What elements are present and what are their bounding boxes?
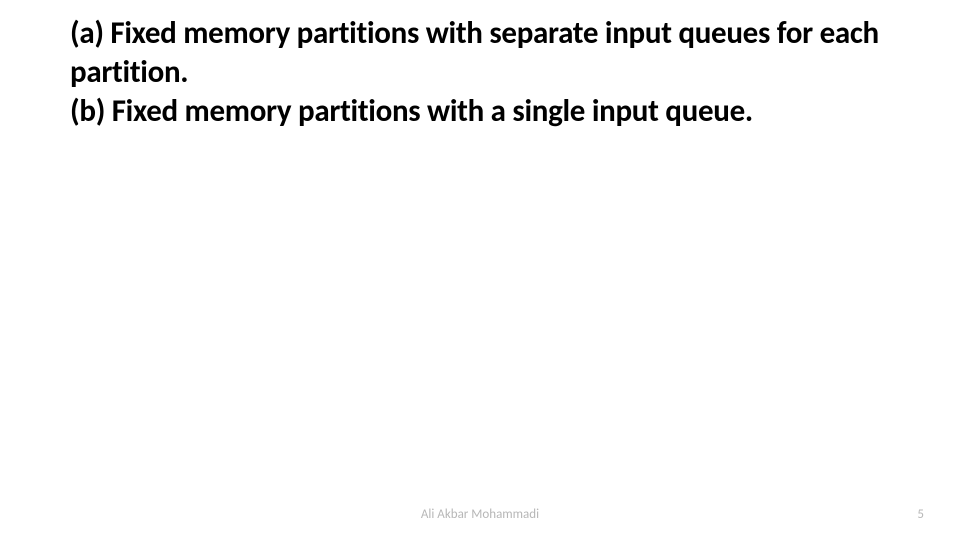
slide-title: (a) Fixed memory partitions with separat… [70,14,900,130]
title-line-a: (a) Fixed memory partitions with separat… [70,14,900,92]
title-line-b: (b) Fixed memory partitions with a singl… [70,92,900,131]
footer-author: Ali Akbar Mohammadi [0,507,960,522]
footer-page-number: 5 [917,507,924,522]
slide: (a) Fixed memory partitions with separat… [0,0,960,540]
